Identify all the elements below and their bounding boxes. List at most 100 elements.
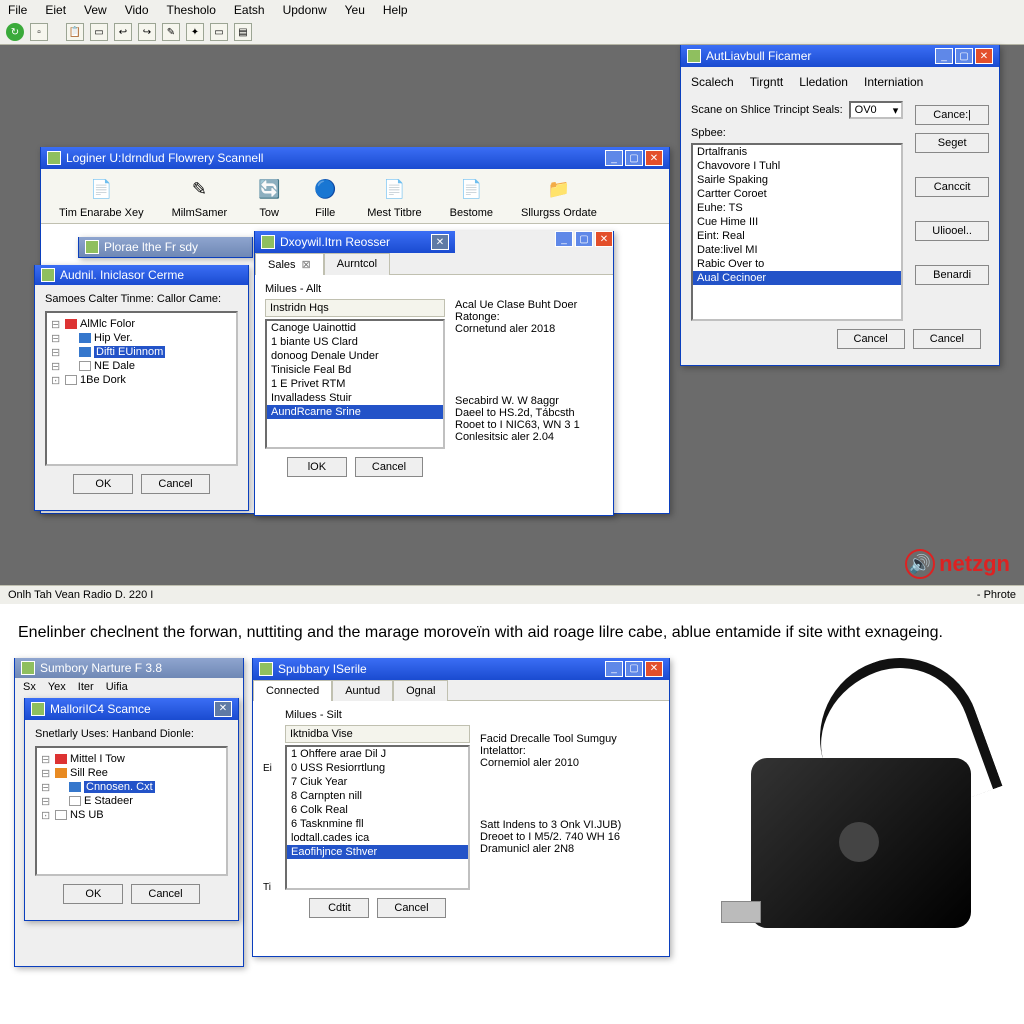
menu-eiet[interactable]: Eiet (45, 3, 66, 17)
close-icon[interactable]: ✕ (645, 150, 663, 166)
tool-btn-6[interactable]: ✎ (162, 23, 180, 41)
list-item-sel[interactable]: Aual Cecinoer (693, 271, 901, 285)
menu-vew[interactable]: Vew (84, 3, 107, 17)
seget-button[interactable]: Seget (915, 133, 989, 153)
list-item-sel[interactable]: AundRcarne Srine (267, 405, 443, 419)
list-item[interactable]: Cue Hime III (693, 215, 901, 229)
tool-btn-7[interactable]: ✦ (186, 23, 204, 41)
ribbon-tow[interactable]: 🔄Tow (255, 175, 283, 219)
uliooel-button[interactable]: Uliooel.. (915, 221, 989, 241)
tab-connected[interactable]: Connected (253, 680, 332, 701)
list-item[interactable]: 6 Colk Real (287, 803, 468, 817)
audnil-tree[interactable]: AlMlc Folor Hip Ver. Difti EUinnom NE Da… (45, 311, 238, 466)
minimize-icon[interactable]: _ (555, 231, 573, 247)
ribbon-tim[interactable]: 📄Tim Enarabe Xey (59, 175, 144, 219)
menu-file[interactable]: File (8, 3, 27, 17)
close-icon[interactable]: ✕ (214, 701, 232, 717)
maximize-icon[interactable]: ▢ (625, 150, 643, 166)
list-item[interactable]: 0 USS Resiorrtlung (287, 761, 468, 775)
list-item[interactable]: Chavovore I Tuhl (693, 159, 901, 173)
maximize-icon[interactable]: ▢ (625, 661, 643, 677)
tool-btn-3[interactable]: ▭ (90, 23, 108, 41)
list-item[interactable]: Invalladess Stuir (267, 391, 443, 405)
canccit-button[interactable]: Canccit (915, 177, 989, 197)
seals-dropdown[interactable]: OV0 (849, 101, 904, 119)
maximize-icon[interactable]: ▢ (955, 48, 973, 64)
cancel-button[interactable]: Cancel (131, 884, 199, 904)
cdtit-button[interactable]: Cdtit (309, 898, 369, 918)
tool-btn-5[interactable]: ↪ (138, 23, 156, 41)
list-item[interactable]: lodtall.cades ica (287, 831, 468, 845)
ok-button[interactable]: lOK (287, 457, 347, 477)
ribbon-mest[interactable]: 📄Mest Titbre (367, 175, 421, 219)
cancel-button[interactable]: Cancel (355, 457, 423, 477)
list-item[interactable]: Euhe: TS (693, 201, 901, 215)
malloril-tree[interactable]: Mittel I Tow Sill Ree Cnnosen. Cxt E Sta… (35, 746, 228, 876)
cance-button[interactable]: Cance:| (915, 105, 989, 125)
list-item[interactable]: 8 Carnpten nill (287, 789, 468, 803)
list-item-sel[interactable]: Eaofihjnce Sthver (287, 845, 468, 859)
list-item[interactable]: donoog Denale Under (267, 349, 443, 363)
ribbon-bestome[interactable]: 📄Bestome (450, 175, 493, 219)
ribbon-sllurgs[interactable]: 📁Sllurgss Ordate (521, 175, 597, 219)
close-icon[interactable]: ✕ (975, 48, 993, 64)
tab-scalech[interactable]: Scalech (691, 75, 734, 89)
tool-btn-2[interactable]: 📋 (66, 23, 84, 41)
menu-help[interactable]: Help (383, 3, 408, 17)
menu-thesholo[interactable]: Thesholo (167, 3, 216, 17)
tab-aurntcol[interactable]: Aurntcol (324, 253, 390, 275)
dxoy-list[interactable]: Canoge Uainottid 1 biante US Clard donoo… (265, 319, 445, 449)
list-item[interactable]: Date:livel MI (693, 243, 901, 257)
list-item[interactable]: Tinisicle Feal Bd (267, 363, 443, 377)
ficamer-list[interactable]: Drtalfranis Chavovore I Tuhl Sairle Spak… (691, 143, 903, 321)
ok-button[interactable]: OK (73, 474, 133, 494)
minimize-icon[interactable]: _ (605, 150, 623, 166)
tree-sel[interactable]: Difti EUinnom (94, 346, 165, 358)
refresh-icon[interactable]: ↻ (6, 23, 24, 41)
tool-btn-4[interactable]: ↩ (114, 23, 132, 41)
tab-lledation[interactable]: Lledation (799, 75, 848, 89)
list-item[interactable]: 1 E Privet RTM (267, 377, 443, 391)
list-item[interactable]: Cartter Coroet (693, 187, 901, 201)
list-item[interactable]: 1 Ohffere arae Dil J (287, 747, 468, 761)
ok-button[interactable]: OK (63, 884, 123, 904)
tree-sel[interactable]: Cnnosen. Cxt (84, 781, 155, 793)
info-line: Rooet to I NIC63, WN 3 1 (455, 419, 603, 431)
list-item[interactable]: 7 Ciuk Year (287, 775, 468, 789)
list-item[interactable]: Sairle Spaking (693, 173, 901, 187)
list-item[interactable]: 6 Tasknmine fll (287, 817, 468, 831)
tab-tirgntt[interactable]: Tirgntt (750, 75, 784, 89)
app-icon (687, 49, 701, 63)
menu-you[interactable]: Yeu (345, 3, 365, 17)
cancel-button-2[interactable]: Cancel (913, 329, 981, 349)
menu-updonw[interactable]: Updonw (283, 3, 327, 17)
ribbon-fille[interactable]: 🔵Fille (311, 175, 339, 219)
tab-interniation[interactable]: Interniation (864, 75, 923, 89)
close-icon[interactable]: ✕ (431, 234, 449, 250)
spubbary-list[interactable]: 1 Ohffere arae Dil J 0 USS Resiorrtlung … (285, 745, 470, 890)
tool-btn-8[interactable]: ▭ (210, 23, 228, 41)
tab-auntud[interactable]: Auntud (332, 680, 393, 701)
benardi-button[interactable]: Benardi (915, 265, 989, 285)
tool-btn-9[interactable]: ▤ (234, 23, 252, 41)
menu-vido[interactable]: Vido (125, 3, 149, 17)
ribbon-milm[interactable]: ✎MilmSamer (172, 175, 228, 219)
list-item[interactable]: Eint: Real (693, 229, 901, 243)
cancel-button[interactable]: Cancel (837, 329, 905, 349)
cancel-button[interactable]: Cancel (377, 898, 445, 918)
list-item[interactable]: Rabic Over to (693, 257, 901, 271)
close-icon[interactable]: ✕ (645, 661, 663, 677)
list-item[interactable]: 1 biante US Clard (267, 335, 443, 349)
tab-sales[interactable]: Sales⊠ (255, 253, 324, 275)
close-icon[interactable]: ✕ (595, 231, 613, 247)
maximize-icon[interactable]: ▢ (575, 231, 593, 247)
list-item[interactable]: Canoge Uainottid (267, 321, 443, 335)
menu-eatsh[interactable]: Eatsh (234, 3, 265, 17)
minimize-icon[interactable]: _ (605, 661, 623, 677)
tab-ognal[interactable]: Ognal (393, 680, 448, 701)
list-item[interactable]: Drtalfranis (693, 145, 901, 159)
minimize-icon[interactable]: _ (935, 48, 953, 64)
tab-close-icon[interactable]: ⊠ (302, 259, 311, 271)
tool-btn-1[interactable]: ▫ (30, 23, 48, 41)
cancel-button[interactable]: Cancel (141, 474, 209, 494)
